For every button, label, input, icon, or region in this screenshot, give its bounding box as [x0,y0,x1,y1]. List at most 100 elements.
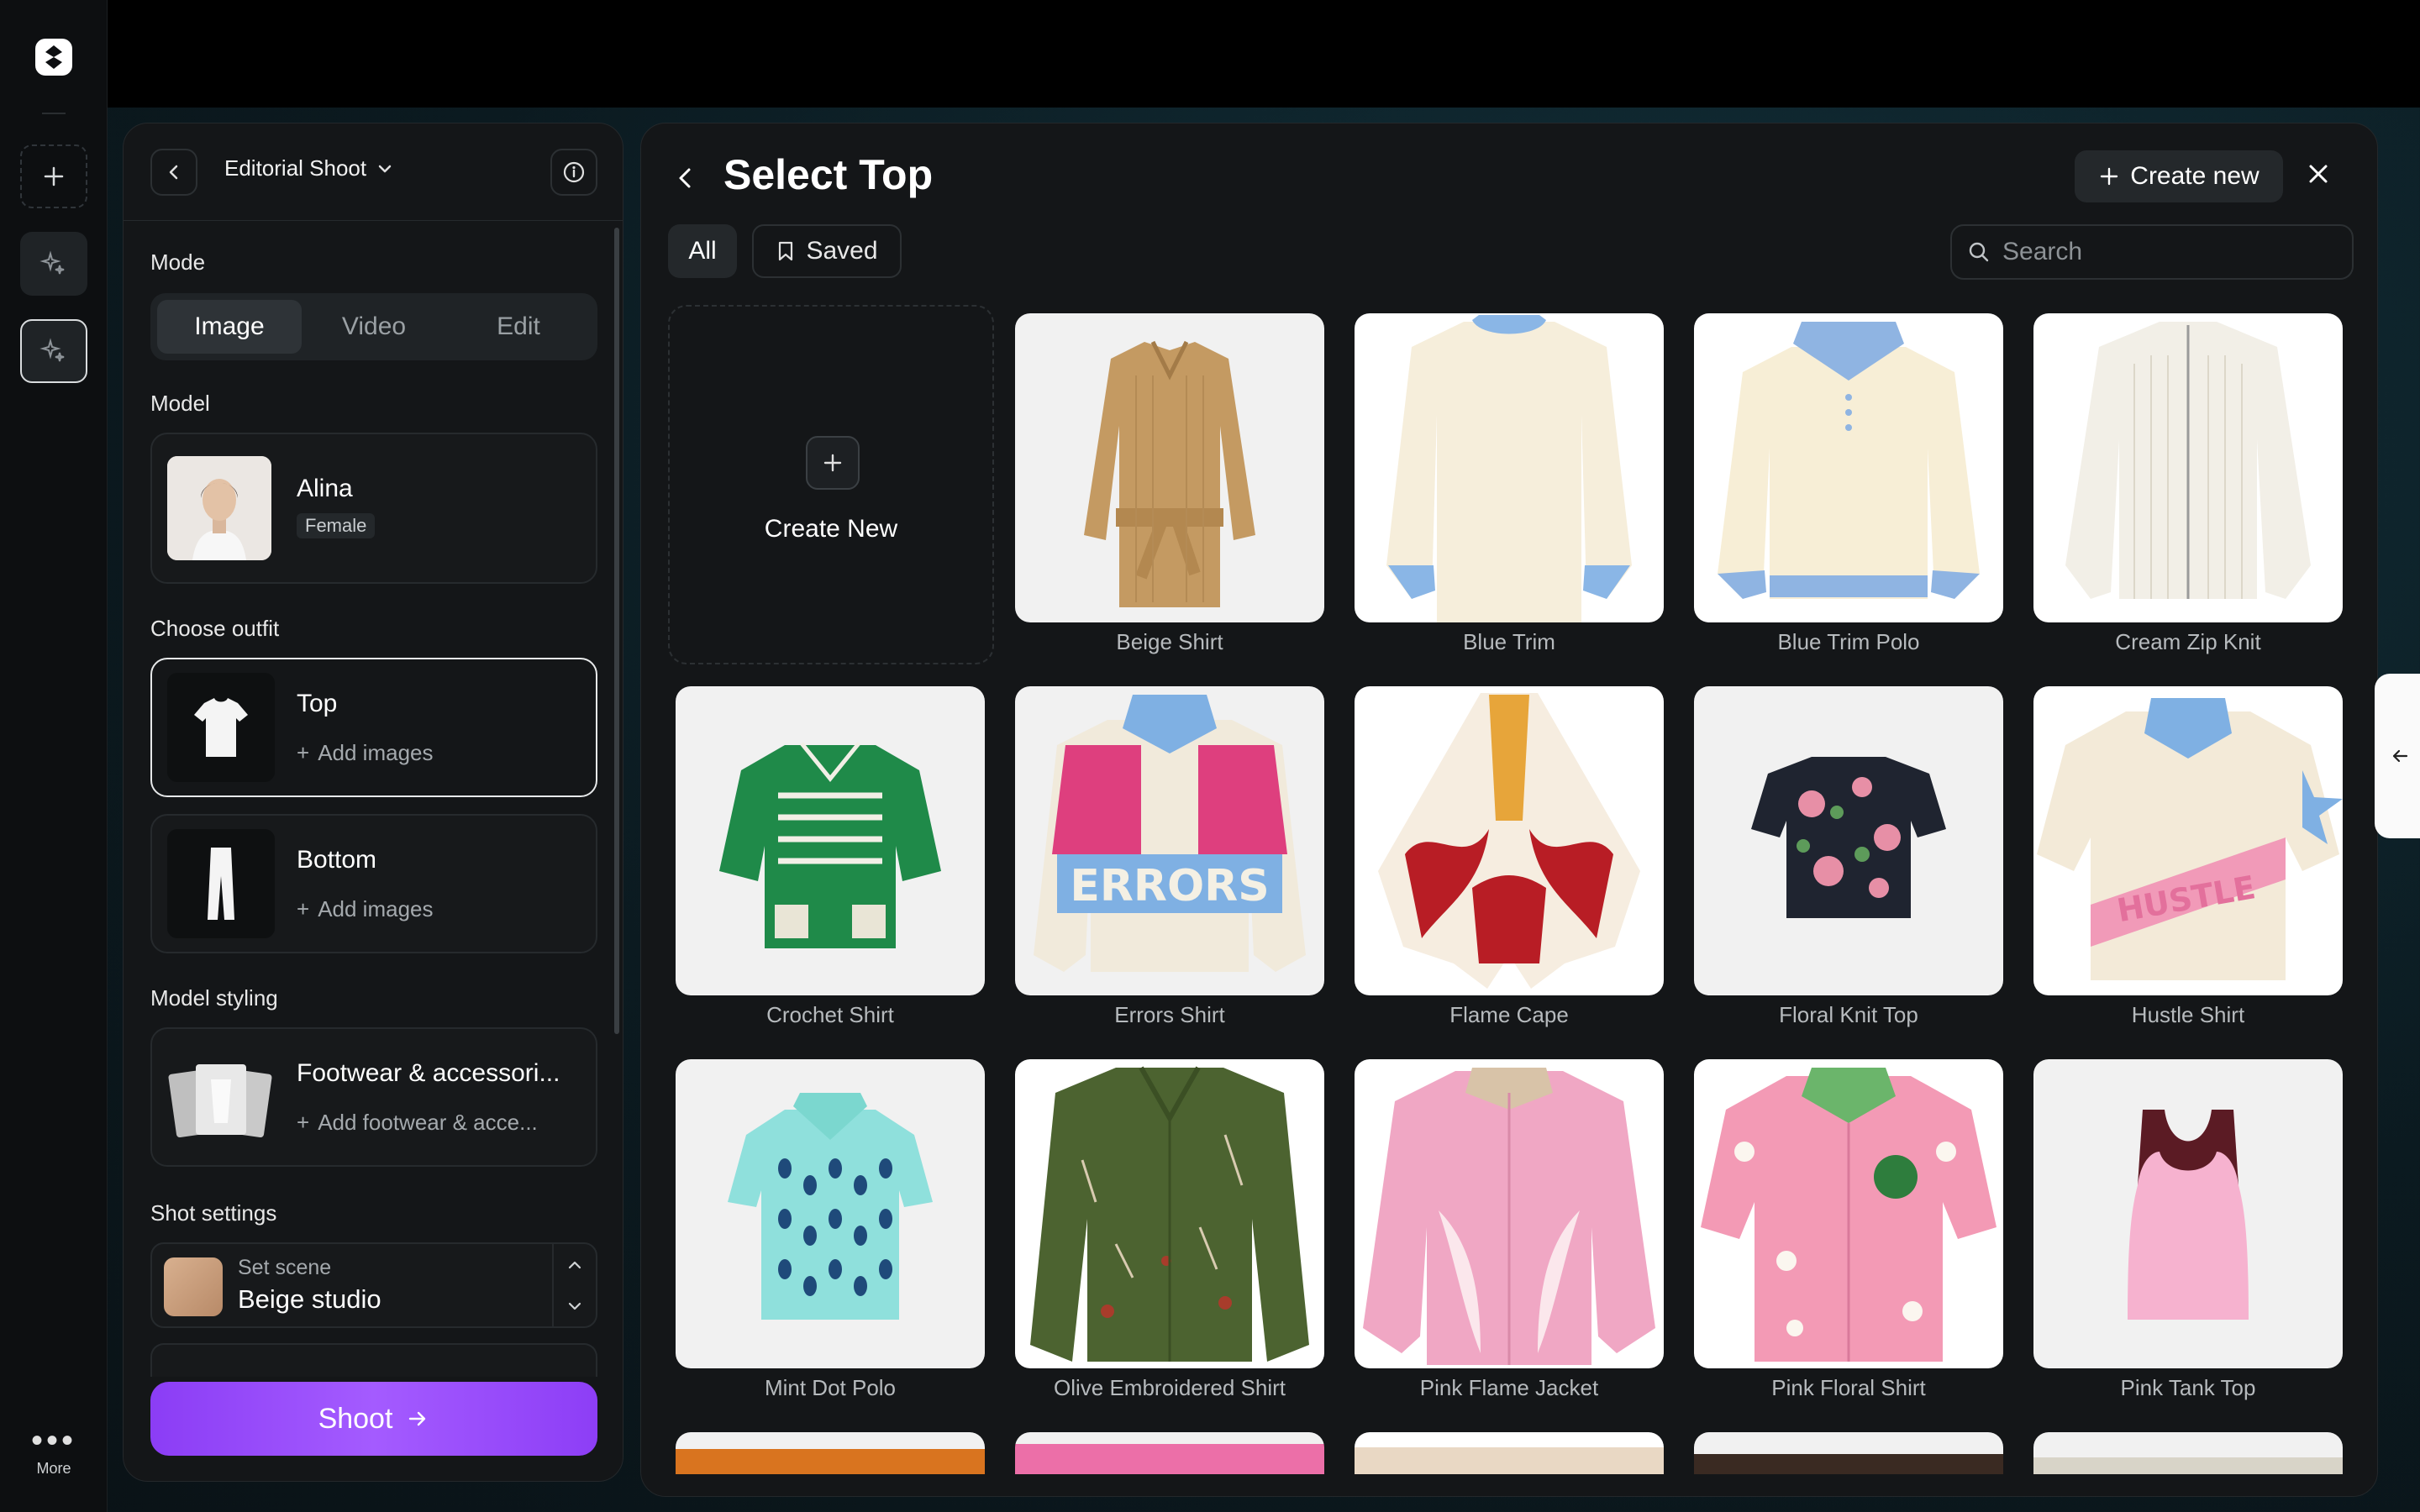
panel-scrollbar[interactable] [614,228,619,1034]
garment-image [1355,1059,1664,1368]
outfit-label: Choose outfit [150,616,280,641]
info-button[interactable] [550,149,597,196]
garment-image [1694,1059,2003,1368]
top-bar [0,0,2420,108]
plus-icon: + [297,896,310,921]
garment-tile[interactable]: Flame Cape [1355,686,1664,1028]
filter-saved-tab[interactable]: Saved [752,224,902,278]
sparkle-tool-button[interactable] [20,232,87,296]
garment-tile[interactable]: Pink Floral Shirt [1694,1059,2003,1401]
project-title: Editorial Shoot [224,155,367,181]
shoot-button[interactable]: Shoot [150,1382,597,1456]
garment-tile[interactable] [1694,1432,2003,1474]
garment-name: Olive Embroidered Shirt [1054,1375,1286,1400]
more-button[interactable]: ••• More [0,1424,108,1478]
back-button[interactable] [673,165,698,195]
search-field[interactable] [1950,224,2354,280]
model-card[interactable]: Alina Female [150,433,597,584]
garment-tile[interactable] [1355,1432,1664,1474]
close-button[interactable] [2305,160,2332,192]
back-button[interactable] [150,149,197,196]
outfit-bottom-card[interactable]: Bottom + Add images [150,814,597,953]
scene-stepper [552,1244,596,1326]
garment-tile[interactable]: Blue Trim Polo [1694,313,2003,655]
panel-header: Editorial Shoot [124,123,623,221]
model-avatar [167,456,271,560]
bookmark-icon [779,241,793,261]
garment-name: Errors Shirt [1114,1002,1225,1027]
garment-tile[interactable]: Pink Tank Top [2033,1059,2343,1401]
mode-label: Mode [150,249,206,275]
project-dropdown[interactable]: Editorial Shoot [224,155,393,181]
sparkle-icon [39,250,65,275]
scene-swatch [164,1257,223,1316]
garment-tile[interactable] [1015,1432,1324,1474]
garment-tile[interactable]: Pink Flame Jacket [1355,1059,1664,1401]
garment-image [676,686,985,995]
garment-image [1015,313,1324,622]
plus-icon [2101,167,2118,186]
create-new-tile[interactable]: Create New [668,305,994,664]
outfit-top-card[interactable]: Top + Add images [150,658,597,797]
search-input[interactable] [2002,238,2338,266]
model-name: Alina [297,475,353,502]
plus-icon: + [297,1110,310,1135]
add-bottom-images-button[interactable]: + Add images [297,896,434,922]
garment-image [1355,313,1664,622]
styling-name: Footwear & accessori... [297,1059,560,1087]
info-icon [563,161,585,183]
garment-tile[interactable]: Blue Trim [1355,313,1664,655]
create-new-button[interactable]: Create new [2075,150,2283,202]
garment-image [1015,1432,1324,1474]
add-images-label: Add images [318,740,434,765]
bottom-thumbnail [167,829,275,938]
mode-video-tab[interactable]: Video [302,300,446,354]
new-project-button[interactable] [20,144,87,208]
chevron-down-icon [378,165,392,172]
add-footwear-label: Add footwear & acce... [318,1110,538,1135]
garment-name: Pink Flame Jacket [1419,1375,1599,1400]
chevron-left-icon [169,165,178,180]
sparkle-tool-active-button[interactable] [20,319,87,383]
app-logo-icon[interactable] [34,37,74,77]
garment-image [676,1432,985,1474]
next-setting-row[interactable] [150,1343,597,1377]
plus-icon: + [297,740,310,765]
add-images-label: Add images [318,896,434,921]
chevron-down-icon[interactable] [566,1297,584,1315]
garment-name: Beige Shirt [1116,629,1223,654]
add-top-images-button[interactable]: + Add images [297,740,434,766]
mode-segmented-control: Image Video Edit [150,293,597,360]
garment-tile[interactable] [2033,1432,2343,1474]
styling-card[interactable]: Footwear & accessori... + Add footwear & … [150,1027,597,1167]
garment-name: Crochet Shirt [766,1002,894,1027]
mode-image-tab[interactable]: Image [157,300,302,354]
garment-tile[interactable]: Floral Knit Top [1694,686,2003,1028]
garment-tile[interactable]: Crochet Shirt [676,686,985,1028]
add-footwear-button[interactable]: + Add footwear & acce... [297,1110,538,1136]
garment-tile[interactable] [676,1432,985,1474]
garment-image [2033,1059,2343,1368]
outfit-top-name: Top [297,690,338,717]
garment-image [2033,1432,2343,1474]
chevron-up-icon[interactable] [566,1256,584,1274]
garment-tile[interactable]: Cream Zip Knit [2033,313,2343,655]
plus-icon [806,436,860,490]
garment-tile[interactable]: Beige Shirt [1015,313,1324,655]
mode-edit-tab[interactable]: Edit [446,300,591,354]
filter-all-tab[interactable]: All [668,224,737,278]
garment-image [676,1059,985,1368]
garment-tile[interactable]: HUSTLE Hustle Shirt [2033,686,2343,1028]
svg-text:ERRORS: ERRORS [1070,861,1269,911]
garment-image [1694,1432,2003,1474]
garment-tile[interactable]: Olive Embroidered Shirt [1015,1059,1324,1401]
garment-name: Flame Cape [1449,1002,1569,1027]
outfit-bottom-name: Bottom [297,846,377,874]
arrow-left-icon [2392,749,2408,763]
scene-selector[interactable]: Set scene Beige studio [150,1242,597,1328]
close-icon [2309,165,2328,183]
garment-tile[interactable]: ERRORS Errors Shirt [1015,686,1324,1028]
top-thumbnail [167,673,275,782]
garment-tile[interactable]: Mint Dot Polo [676,1059,985,1401]
collapse-tab[interactable] [2375,674,2420,838]
